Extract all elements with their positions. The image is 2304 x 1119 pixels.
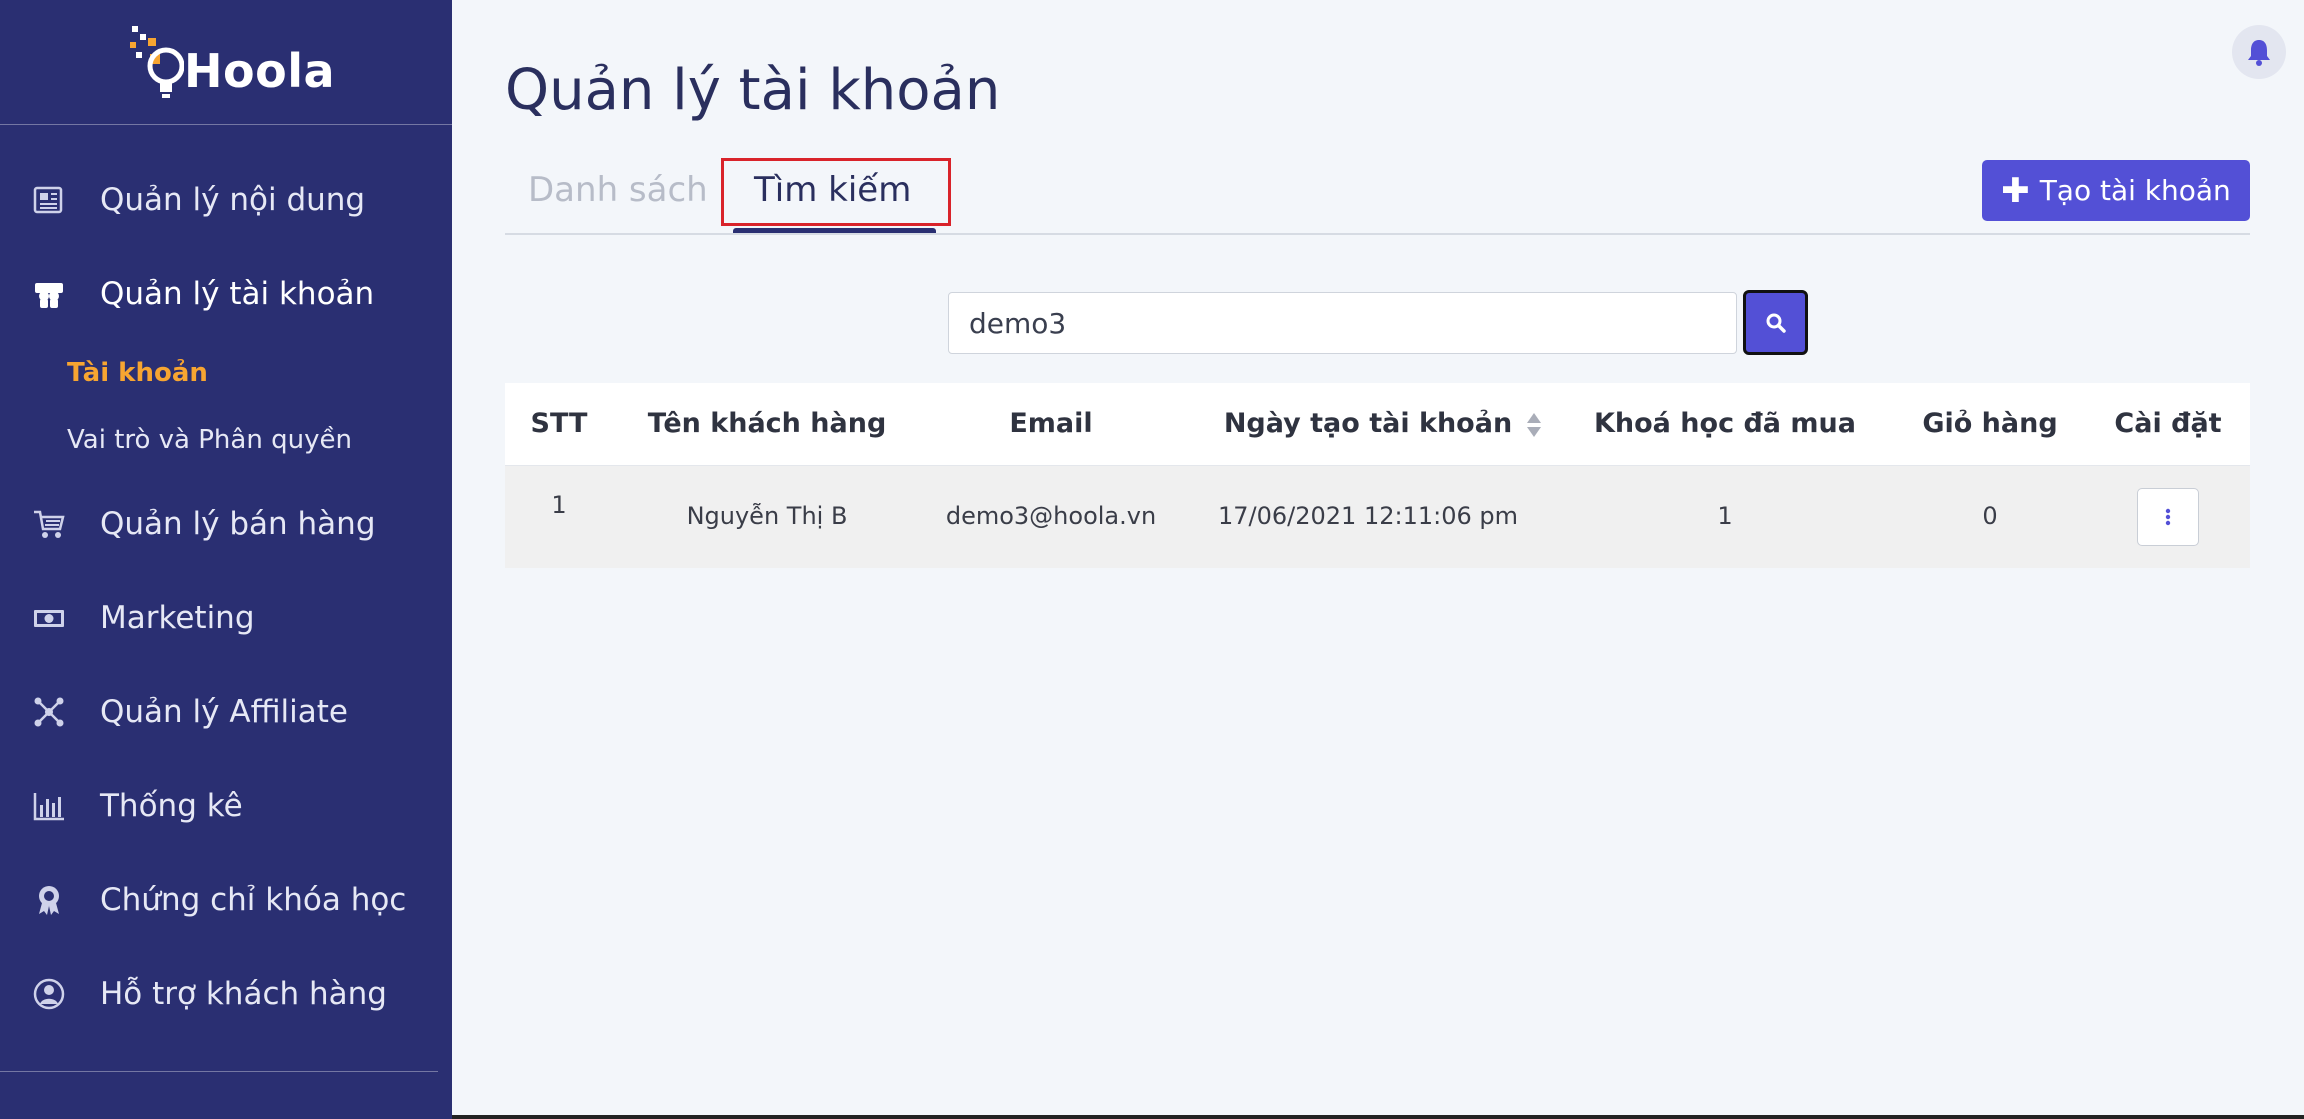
sidebar-item-label: Quản lý tài khoản	[100, 276, 375, 312]
network-icon	[32, 695, 66, 729]
notification-button[interactable]	[2232, 25, 2286, 79]
cell-created: 17/06/2021 12:11:06 pm	[1218, 502, 1518, 530]
sidebar-item-accounts[interactable]: Quản lý tài khoản	[0, 264, 452, 324]
bulb-logo-icon	[130, 26, 184, 98]
award-icon	[32, 883, 66, 917]
users-icon	[32, 277, 66, 311]
sidebar-item-content[interactable]: Quản lý nội dung	[0, 170, 452, 230]
newspaper-icon	[32, 183, 66, 217]
page-title: Quản lý tài khoản	[505, 58, 1001, 123]
cart-icon	[32, 507, 66, 541]
column-header-cart: Giỏ hàng	[1922, 408, 2058, 439]
more-vertical-icon	[2165, 508, 2171, 526]
sidebar-divider	[0, 1071, 438, 1072]
search-input[interactable]	[948, 292, 1737, 354]
sidebar: Hoola Quản lý nội dung Quản lý tài khoản…	[0, 0, 452, 1119]
search-icon	[1766, 313, 1786, 333]
sidebar-item-support[interactable]: Hỗ trợ khách hàng	[0, 964, 452, 1024]
plus-icon: ✚	[2001, 170, 2030, 211]
brand-name: Hoola	[184, 44, 336, 98]
sidebar-item-label: Marketing	[100, 600, 255, 636]
create-account-button[interactable]: ✚ Tạo tài khoản	[1982, 160, 2250, 221]
user-circle-icon	[32, 977, 66, 1011]
accounts-table: STT Tên khách hàng Email Ngày tạo tài kh…	[505, 383, 2250, 568]
bottom-edge	[452, 1115, 2304, 1119]
sidebar-item-certificates[interactable]: Chứng chỉ khóa học	[0, 870, 452, 930]
table-header: STT Tên khách hàng Email Ngày tạo tài kh…	[505, 383, 2250, 466]
column-header-name: Tên khách hàng	[647, 408, 887, 439]
tabs-divider	[505, 233, 2250, 235]
sidebar-item-label: Quản lý nội dung	[100, 182, 366, 218]
money-icon	[32, 601, 66, 635]
cell-courses: 1	[1717, 502, 1733, 530]
cell-stt: 1	[551, 491, 567, 519]
sidebar-subitem-accounts[interactable]: Tài khoản	[67, 358, 208, 388]
sidebar-item-marketing[interactable]: Marketing	[0, 588, 452, 648]
cell-cart: 0	[1982, 502, 1998, 530]
sidebar-item-label: Quản lý Affiliate	[100, 694, 348, 730]
sidebar-item-label: Thống kê	[100, 788, 243, 824]
column-header-email: Email	[1009, 408, 1093, 439]
row-actions-button[interactable]	[2137, 488, 2199, 546]
column-header-courses: Khoá học đã mua	[1593, 408, 1857, 439]
table-row: 1 Nguyễn Thị B demo3@hoola.vn 17/06/2021…	[505, 466, 2250, 568]
sidebar-item-label: Hỗ trợ khách hàng	[100, 976, 387, 1012]
tab-list[interactable]: Danh sách	[528, 170, 708, 210]
sidebar-item-label: Chứng chỉ khóa học	[100, 882, 407, 918]
cell-name: Nguyễn Thị B	[686, 502, 848, 530]
sidebar-item-statistics[interactable]: Thống kê	[0, 776, 452, 836]
sidebar-item-label: Quản lý bán hàng	[100, 506, 376, 542]
bell-icon	[2248, 40, 2270, 66]
sort-icon[interactable]	[1525, 411, 1543, 439]
bar-chart-icon	[32, 789, 66, 823]
column-header-created[interactable]: Ngày tạo tài khoản	[1224, 408, 1512, 439]
search-button[interactable]	[1743, 290, 1808, 355]
create-account-label: Tạo tài khoản	[2039, 174, 2231, 207]
cell-email: demo3@hoola.vn	[945, 502, 1157, 530]
logo[interactable]: Hoola	[0, 0, 452, 125]
column-header-settings: Cài đặt	[2114, 408, 2222, 439]
tab-search-highlight	[721, 158, 951, 226]
column-header-stt: STT	[530, 408, 588, 439]
sidebar-subitem-roles[interactable]: Vai trò và Phân quyền	[67, 425, 352, 455]
sidebar-item-affiliate[interactable]: Quản lý Affiliate	[0, 682, 452, 742]
sidebar-item-sales[interactable]: Quản lý bán hàng	[0, 494, 452, 554]
